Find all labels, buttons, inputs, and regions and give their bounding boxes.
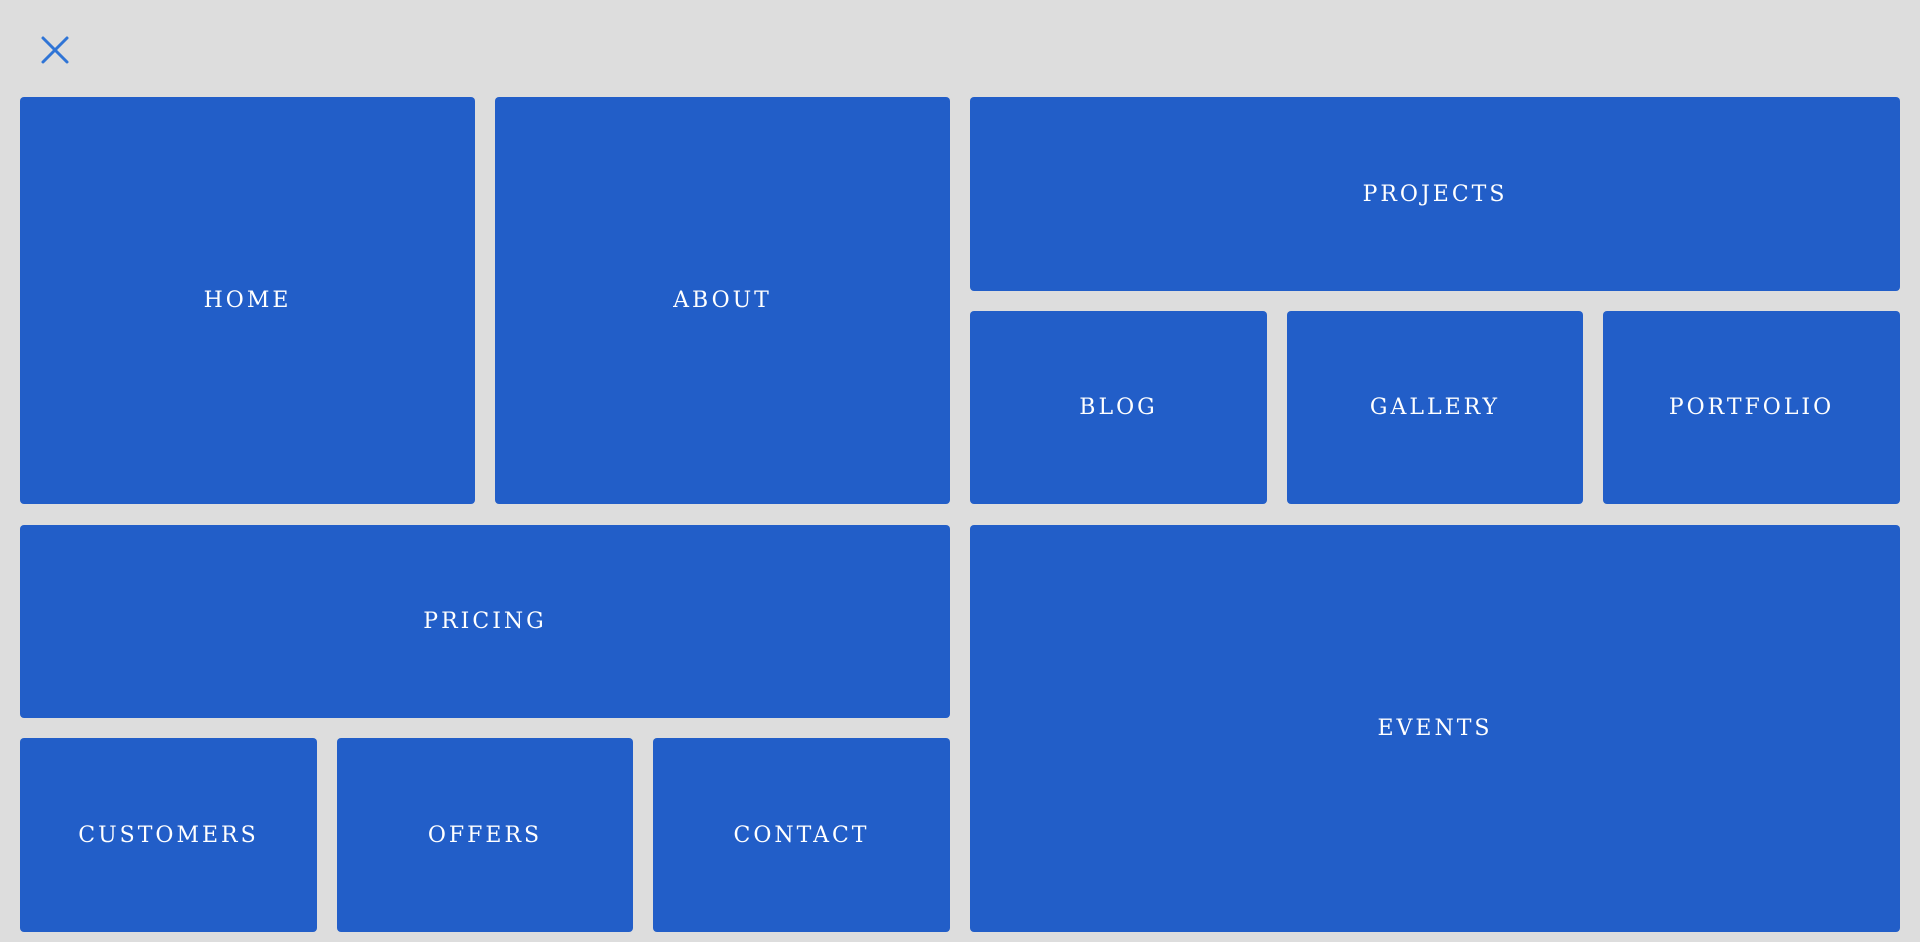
menu-tile-customers[interactable]: CUSTOMERS [20, 738, 317, 932]
menu-tile-events[interactable]: EVENTS [970, 525, 1900, 932]
menu-tile-label: PROJECTS [1362, 181, 1508, 207]
menu-tile-contact[interactable]: CONTACT [653, 738, 950, 932]
menu-tile-label: CONTACT [733, 822, 870, 848]
menu-tile-projects[interactable]: PROJECTS [970, 97, 1900, 291]
menu-tile-label: PRICING [423, 609, 547, 634]
menu-tile-label: ABOUT [673, 288, 772, 313]
menu-tile-offers[interactable]: OFFERS [337, 738, 633, 932]
menu-tile-label: GALLERY [1369, 395, 1501, 420]
menu-tile-label: OFFERS [427, 822, 543, 848]
menu-tile-label: BLOG [1079, 395, 1158, 420]
close-icon [40, 35, 70, 65]
menu-tile-gallery[interactable]: GALLERY [1287, 311, 1583, 504]
menu-tile-portfolio[interactable]: PORTFOLIO [1603, 311, 1900, 504]
menu-tile-label: HOME [203, 288, 292, 313]
menu-tile-label: EVENTS [1377, 716, 1493, 741]
menu-tile-pricing[interactable]: PRICING [20, 525, 950, 718]
menu-tile-about[interactable]: ABOUT [495, 97, 950, 504]
menu-tile-blog[interactable]: BLOG [970, 311, 1267, 504]
close-button[interactable] [38, 33, 72, 67]
menu-tile-label: CUSTOMERS [78, 822, 259, 848]
menu-tile-label: PORTFOLIO [1668, 395, 1835, 420]
menu-tile-home[interactable]: HOME [20, 97, 475, 504]
